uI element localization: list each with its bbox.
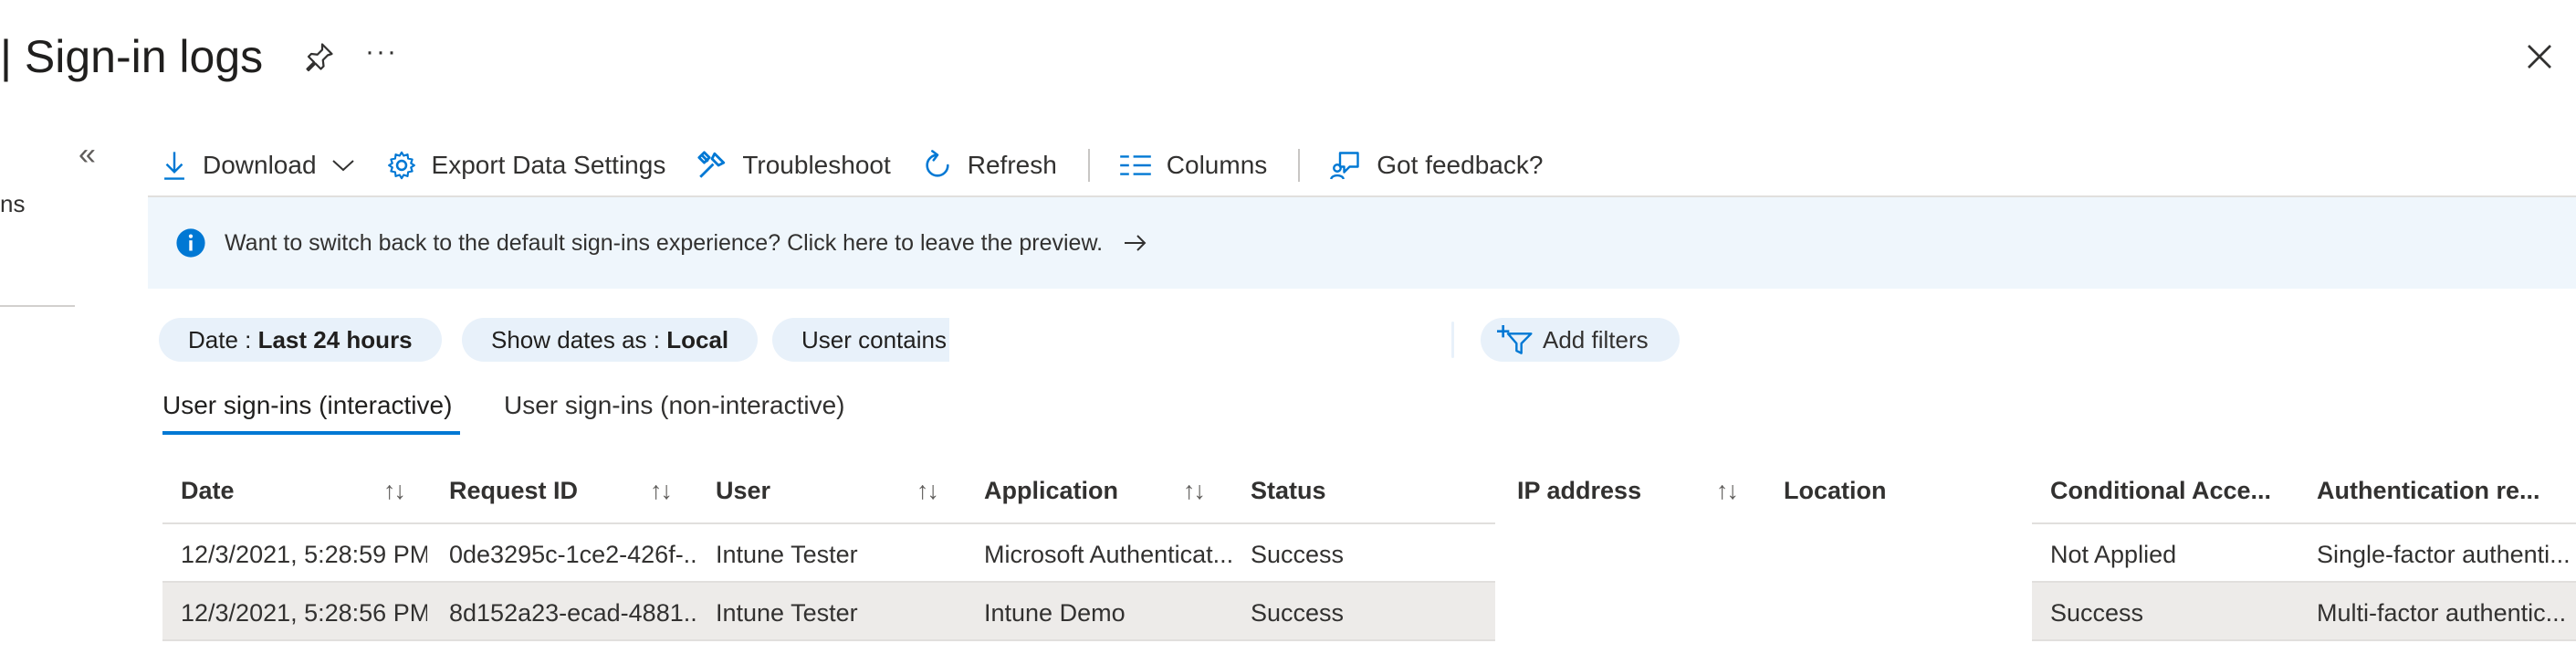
feedback-button[interactable]: Got feedback?	[1329, 149, 1543, 182]
close-icon[interactable]	[2523, 40, 2556, 73]
pin-icon[interactable]	[303, 40, 336, 73]
add-filters-label: Add filters	[1543, 326, 1649, 353]
active-tab-indicator	[162, 431, 460, 435]
column-header-ip-address[interactable]: IP address	[1517, 477, 1641, 505]
show-dates-label: Show dates as :	[491, 326, 667, 353]
row-divider	[2032, 639, 2576, 641]
info-icon	[176, 228, 205, 258]
download-icon	[164, 152, 184, 180]
refresh-label: Refresh	[967, 151, 1057, 179]
user-filter-label: User contains	[801, 326, 947, 353]
user-filter-pill[interactable]: User contains	[772, 318, 949, 362]
feedback-label: Got feedback?	[1377, 151, 1544, 179]
page-title: | Sign-in logs	[0, 31, 264, 82]
show-dates-as-pill[interactable]: Show dates as : Local	[462, 318, 759, 362]
cell-user: Intune Tester	[716, 599, 858, 627]
sort-application-icon[interactable]: ↑↓	[1183, 477, 1206, 505]
sidebar-item-partial[interactable]: ns	[0, 190, 25, 218]
column-header-date[interactable]: Date	[181, 477, 235, 505]
filter-edge	[1451, 322, 1454, 358]
sidebar-divider	[0, 305, 75, 307]
cell-user: Intune Tester	[716, 541, 858, 568]
cell-status: Success	[1251, 599, 1345, 627]
sort-user-icon[interactable]: ↑↓	[916, 477, 939, 505]
refresh-icon	[926, 150, 949, 177]
sort-request-id-icon[interactable]: ↑↓	[650, 477, 673, 505]
cell-status: Success	[1251, 541, 1345, 568]
toolbar-separator	[1087, 149, 1090, 182]
export-data-settings-button[interactable]: Export Data Settings	[386, 150, 666, 181]
more-options-icon[interactable]: ···	[365, 37, 398, 68]
column-header-authentication-requirement[interactable]: Authentication re...	[2317, 477, 2540, 505]
toolbar-separator	[1298, 149, 1301, 182]
cell-application: Intune Demo	[984, 599, 1126, 627]
troubleshoot-label: Troubleshoot	[742, 151, 891, 179]
show-dates-value: Local	[666, 326, 729, 353]
column-header-location[interactable]: Location	[1784, 477, 1887, 505]
chevron-down-icon	[331, 160, 354, 172]
gear-icon	[387, 151, 415, 180]
columns-icon	[1119, 155, 1151, 175]
wrench-icon	[697, 151, 726, 178]
collapse-sidebar-icon[interactable]: «	[79, 137, 96, 173]
cell-request-id: 0de3295c-1ce2-426f-...	[449, 541, 699, 568]
column-header-user[interactable]: User	[716, 477, 770, 505]
cell-conditional-access: Not Applied	[2050, 541, 2177, 568]
banner-text[interactable]: Want to switch back to the default sign-…	[225, 230, 1103, 257]
download-button[interactable]: Download	[161, 150, 355, 181]
column-header-request-id[interactable]: Request ID	[449, 477, 578, 505]
add-filters-button[interactable]: Add filters	[1481, 318, 1680, 362]
preview-banner[interactable]: Want to switch back to the default sign-…	[148, 197, 2576, 289]
columns-label: Columns	[1166, 151, 1268, 179]
cell-date: 12/3/2021, 5:28:59 PM	[181, 541, 427, 568]
columns-button[interactable]: Columns	[1119, 151, 1267, 180]
cell-authentication-requirement: Multi-factor authentic...	[2317, 599, 2567, 627]
header-divider	[162, 522, 1495, 524]
sort-date-icon[interactable]: ↑↓	[383, 477, 406, 505]
column-header-conditional-access[interactable]: Conditional Acce...	[2050, 477, 2271, 505]
download-label: Download	[203, 151, 317, 179]
feedback-icon	[1330, 152, 1359, 180]
tab-interactive[interactable]: User sign-ins (interactive)	[162, 391, 452, 420]
cell-conditional-access: Success	[2050, 599, 2144, 627]
sort-ip-address-icon[interactable]: ↑↓	[1716, 477, 1739, 505]
arrow-right-icon[interactable]	[1123, 232, 1148, 254]
date-filter-pill[interactable]: Date : Last 24 hours	[159, 318, 442, 362]
cell-date: 12/3/2021, 5:28:56 PM	[181, 599, 427, 627]
cell-application: Microsoft Authenticat...	[984, 541, 1234, 568]
refresh-button[interactable]: Refresh	[922, 150, 1057, 181]
date-filter-value: Last 24 hours	[257, 326, 413, 353]
column-header-application[interactable]: Application	[984, 477, 1118, 505]
date-filter-label: Date :	[188, 326, 258, 353]
tab-non-interactive[interactable]: User sign-ins (non-interactive)	[504, 391, 844, 420]
row-divider	[162, 639, 1495, 641]
header-divider	[2032, 522, 2576, 524]
toolbar: Download Export Data Settings Troublesho…	[161, 144, 1574, 186]
cell-authentication-requirement: Single-factor authenti...	[2317, 541, 2571, 568]
troubleshoot-button[interactable]: Troubleshoot	[696, 150, 891, 181]
cell-request-id: 8d152a23-ecad-4881...	[449, 599, 699, 627]
export-label: Export Data Settings	[431, 151, 666, 179]
add-filter-icon	[1497, 325, 1533, 354]
column-header-status[interactable]: Status	[1251, 477, 1326, 505]
